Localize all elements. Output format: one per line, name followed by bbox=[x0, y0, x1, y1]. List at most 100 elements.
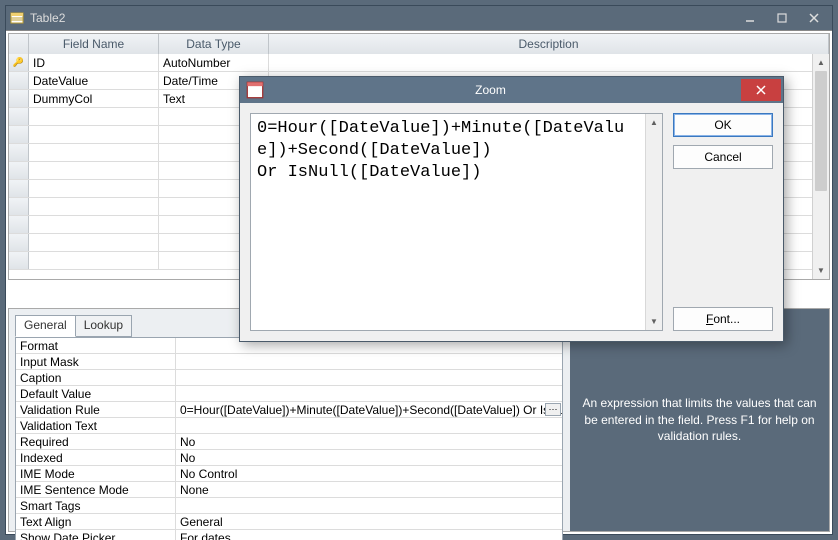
help-text: An expression that limits the values tha… bbox=[582, 395, 817, 445]
close-button[interactable] bbox=[800, 9, 828, 27]
property-row[interactable]: Text AlignGeneral bbox=[16, 514, 562, 530]
primary-key-icon: 🔑 bbox=[13, 57, 24, 68]
field-name-cell[interactable] bbox=[29, 252, 159, 269]
zoom-body: 0=Hour([DateValue])+Minute([DateValue])+… bbox=[240, 103, 783, 341]
property-label: Smart Tags bbox=[16, 498, 176, 513]
field-name-cell[interactable]: DummyCol bbox=[29, 90, 159, 107]
property-list: FormatInput MaskCaptionDefault ValueVali… bbox=[15, 337, 563, 540]
property-row[interactable]: IndexedNo bbox=[16, 450, 562, 466]
property-label: Input Mask bbox=[16, 354, 176, 369]
zoom-title: Zoom bbox=[270, 83, 741, 97]
scrollbar-thumb[interactable] bbox=[815, 71, 827, 191]
scroll-down-icon[interactable]: ▼ bbox=[813, 262, 829, 279]
row-selector[interactable] bbox=[9, 216, 29, 233]
property-row[interactable]: Caption bbox=[16, 370, 562, 386]
zoom-text-wrap: 0=Hour([DateValue])+Minute([DateValue])+… bbox=[250, 113, 663, 331]
description-cell[interactable] bbox=[269, 54, 829, 71]
row-selector[interactable] bbox=[9, 126, 29, 143]
field-name-cell[interactable]: ID bbox=[29, 54, 159, 71]
row-selector[interactable] bbox=[9, 180, 29, 197]
field-name-cell[interactable] bbox=[29, 126, 159, 143]
property-row[interactable]: Smart Tags bbox=[16, 498, 562, 514]
property-panel: General Lookup FormatInput MaskCaptionDe… bbox=[9, 309, 569, 531]
property-row[interactable]: IME Sentence ModeNone bbox=[16, 482, 562, 498]
property-label: Validation Rule bbox=[16, 402, 176, 417]
property-row[interactable]: Show Date PickerFor dates bbox=[16, 530, 562, 540]
data-type-cell[interactable]: AutoNumber bbox=[159, 54, 269, 71]
font-button[interactable]: Font... bbox=[673, 307, 773, 331]
property-value[interactable] bbox=[176, 370, 562, 385]
property-row[interactable]: Input Mask bbox=[16, 354, 562, 370]
builder-button[interactable]: ⋯ bbox=[545, 403, 561, 416]
property-value[interactable]: No bbox=[176, 450, 562, 465]
property-label: Format bbox=[16, 338, 176, 353]
row-selector[interactable] bbox=[9, 252, 29, 269]
property-value[interactable]: General bbox=[176, 514, 562, 529]
col-field-name[interactable]: Field Name bbox=[29, 34, 159, 54]
field-name-cell[interactable] bbox=[29, 198, 159, 215]
row-selector[interactable] bbox=[9, 108, 29, 125]
property-label: Indexed bbox=[16, 450, 176, 465]
tab-general[interactable]: General bbox=[15, 315, 76, 337]
property-label: Text Align bbox=[16, 514, 176, 529]
form-icon bbox=[246, 81, 264, 99]
property-row[interactable]: Validation Rule0=Hour([DateValue])+Minut… bbox=[16, 402, 562, 418]
property-value[interactable]: 0=Hour([DateValue])+Minute([DateValue])+… bbox=[176, 402, 562, 417]
property-value[interactable]: No bbox=[176, 434, 562, 449]
property-value[interactable] bbox=[176, 386, 562, 401]
property-value[interactable] bbox=[176, 354, 562, 369]
ok-button[interactable]: OK bbox=[673, 113, 773, 137]
zoom-titlebar[interactable]: Zoom bbox=[240, 77, 783, 103]
field-name-cell[interactable]: DateValue bbox=[29, 72, 159, 89]
field-name-cell[interactable] bbox=[29, 144, 159, 161]
zoom-close-button[interactable] bbox=[741, 79, 781, 101]
zoom-scrollbar[interactable]: ▲ ▼ bbox=[645, 114, 662, 330]
property-label: Caption bbox=[16, 370, 176, 385]
property-value[interactable]: For dates bbox=[176, 530, 562, 540]
row-selector[interactable] bbox=[9, 144, 29, 161]
scroll-up-icon[interactable]: ▲ bbox=[813, 54, 829, 71]
property-value[interactable] bbox=[176, 498, 562, 513]
col-description[interactable]: Description bbox=[269, 34, 829, 54]
minimize-button[interactable] bbox=[736, 9, 764, 27]
row-selector[interactable] bbox=[9, 162, 29, 179]
property-value[interactable]: No Control bbox=[176, 466, 562, 481]
property-row[interactable]: Validation Text bbox=[16, 418, 562, 434]
row-selector[interactable] bbox=[9, 234, 29, 251]
col-data-type[interactable]: Data Type bbox=[159, 34, 269, 54]
row-selector[interactable] bbox=[9, 72, 29, 89]
table-icon bbox=[10, 11, 24, 25]
cancel-button[interactable]: Cancel bbox=[673, 145, 773, 169]
row-selector[interactable] bbox=[9, 198, 29, 215]
property-label: Show Date Picker bbox=[16, 530, 176, 540]
row-selector-header[interactable] bbox=[9, 34, 29, 54]
property-label: Default Value bbox=[16, 386, 176, 401]
field-name-cell[interactable] bbox=[29, 162, 159, 179]
field-name-cell[interactable] bbox=[29, 180, 159, 197]
scroll-up-icon[interactable]: ▲ bbox=[646, 114, 662, 131]
zoom-button-column: OK Cancel Font... bbox=[673, 113, 773, 331]
window-title: Table2 bbox=[30, 11, 65, 25]
property-value[interactable]: None bbox=[176, 482, 562, 497]
row-selector[interactable]: 🔑 bbox=[9, 54, 29, 71]
property-row[interactable]: RequiredNo bbox=[16, 434, 562, 450]
scroll-down-icon[interactable]: ▼ bbox=[646, 313, 662, 330]
field-name-cell[interactable] bbox=[29, 108, 159, 125]
grid-header: Field Name Data Type Description bbox=[9, 34, 829, 54]
maximize-button[interactable] bbox=[768, 9, 796, 27]
property-label: IME Sentence Mode bbox=[16, 482, 176, 497]
table-row[interactable]: 🔑 IDAutoNumber bbox=[9, 54, 829, 72]
property-value[interactable] bbox=[176, 418, 562, 433]
row-selector[interactable] bbox=[9, 90, 29, 107]
tab-lookup[interactable]: Lookup bbox=[75, 315, 132, 337]
property-row[interactable]: Default Value bbox=[16, 386, 562, 402]
property-label: Validation Text bbox=[16, 418, 176, 433]
property-row[interactable]: IME ModeNo Control bbox=[16, 466, 562, 482]
grid-scrollbar[interactable]: ▲ ▼ bbox=[812, 54, 829, 279]
field-name-cell[interactable] bbox=[29, 234, 159, 251]
property-label: IME Mode bbox=[16, 466, 176, 481]
titlebar: Table2 bbox=[6, 6, 832, 30]
property-label: Required bbox=[16, 434, 176, 449]
zoom-textarea[interactable]: 0=Hour([DateValue])+Minute([DateValue])+… bbox=[251, 114, 645, 330]
field-name-cell[interactable] bbox=[29, 216, 159, 233]
